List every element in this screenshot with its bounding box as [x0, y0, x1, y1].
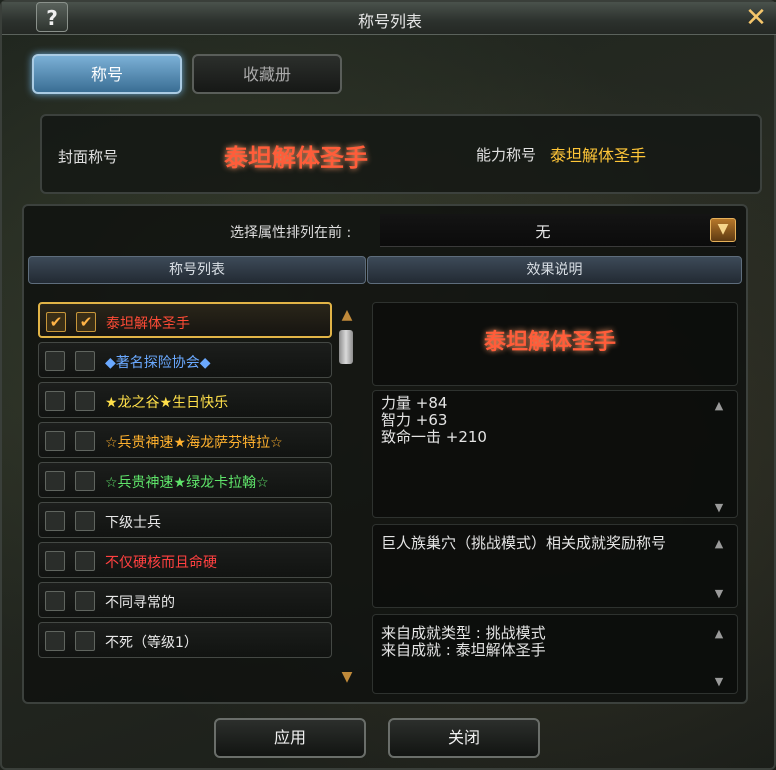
stats-panel: 力量 +84 智力 +63 致命一击 +210 ▲ ▼ [372, 390, 738, 518]
ability-checkbox[interactable] [75, 551, 95, 571]
ability-checkbox[interactable]: ✔ [76, 312, 96, 332]
ability-checkbox[interactable] [75, 591, 95, 611]
title-row-label: ★龙之谷★生日快乐 [105, 395, 229, 411]
title-row[interactable]: ☆兵贵神速★绿龙卡拉翰☆ [38, 462, 332, 498]
ability-title-value: 泰坦解体圣手 [550, 146, 647, 165]
title-row[interactable]: ✔ ✔ 泰坦解体圣手 [38, 302, 332, 338]
stat-line: 力量 +84 [381, 394, 448, 412]
chevron-down-icon[interactable]: ▼ [710, 218, 736, 242]
cover-title-value: 泰坦解体圣手 [224, 144, 368, 172]
ability-checkbox[interactable] [75, 391, 95, 411]
cover-title-label: 封面称号 [58, 148, 119, 166]
source-achievement-text: 来自成就 : 泰坦解体圣手 [381, 641, 546, 659]
title-row[interactable]: 不死（等级1） [38, 622, 332, 658]
title-row[interactable]: 下级士兵 [38, 502, 332, 538]
sort-label: 选择属性排列在前 : [230, 225, 352, 241]
cover-checkbox[interactable] [45, 391, 65, 411]
title-list-header: 称号列表 [28, 256, 366, 284]
title-row[interactable]: 不同寻常的 [38, 582, 332, 618]
ability-checkbox[interactable] [75, 631, 95, 651]
cover-checkbox[interactable] [45, 511, 65, 531]
title-list-scrollbar[interactable]: ▲ ▼ [336, 304, 358, 688]
scroll-down-icon[interactable]: ▼ [711, 501, 727, 514]
cover-checkbox[interactable] [45, 351, 65, 371]
tab-titles[interactable]: 称号 [32, 54, 182, 94]
cover-checkbox[interactable] [45, 551, 65, 571]
title-row-label: 泰坦解体圣手 [106, 316, 190, 332]
detail-title: 泰坦解体圣手 [484, 330, 617, 355]
source-panel: 来自成就类型 : 挑战模式 来自成就 : 泰坦解体圣手 ▲ ▼ [372, 614, 738, 694]
scroll-down-icon[interactable]: ▼ [339, 670, 355, 684]
effect-header: 效果说明 [367, 256, 742, 284]
cover-checkbox[interactable] [45, 631, 65, 651]
title-row-label: ☆兵贵神速★海龙萨芬特拉☆ [105, 435, 283, 451]
close-button[interactable]: 关闭 [388, 718, 540, 758]
scroll-thumb[interactable] [339, 330, 353, 364]
scroll-up-icon[interactable]: ▲ [711, 627, 727, 640]
ability-checkbox[interactable] [75, 471, 95, 491]
tab-collection[interactable]: 收藏册 [192, 54, 342, 94]
title-row-label: 不死（等级1） [105, 635, 198, 651]
source-type-text: 来自成就类型 : 挑战模式 [381, 624, 546, 642]
cover-checkbox[interactable] [45, 471, 65, 491]
title-bar[interactable]: ? 称号列表 ✕ [2, 2, 776, 35]
scroll-down-icon[interactable]: ▼ [711, 587, 727, 600]
close-icon[interactable]: ✕ [742, 4, 770, 32]
cover-panel [40, 114, 762, 194]
title-row-label: 不仅硬核而且命硬 [105, 555, 217, 571]
title-list-window: ? 称号列表 ✕ 称号 收藏册 封面称号 泰坦解体圣手 能力称号 泰坦解体圣手 … [0, 0, 776, 770]
title-row-label: 下级士兵 [105, 515, 161, 531]
title-row[interactable]: 不仅硬核而且命硬 [38, 542, 332, 578]
title-row[interactable]: ☆兵贵神速★海龙萨芬特拉☆ [38, 422, 332, 458]
title-row[interactable]: ◆著名探险协会◆ [38, 342, 332, 378]
sort-dropdown[interactable]: 无 ▼ [380, 214, 736, 247]
title-row-label: ◆著名探险协会◆ [105, 355, 211, 371]
title-row-label: ☆兵贵神速★绿龙卡拉翰☆ [105, 475, 269, 491]
stat-line: 致命一击 +210 [381, 428, 487, 446]
cover-checkbox[interactable]: ✔ [46, 312, 66, 332]
description-text: 巨人族巢穴（挑战模式）相关成就奖励称号 [381, 534, 667, 552]
title-row-label: 不同寻常的 [105, 595, 175, 611]
window-title: 称号列表 [357, 12, 422, 31]
title-row[interactable]: ★龙之谷★生日快乐 [38, 382, 332, 418]
description-panel: 巨人族巢穴（挑战模式）相关成就奖励称号 ▲ ▼ [372, 524, 738, 608]
ability-checkbox[interactable] [75, 351, 95, 371]
ability-checkbox[interactable] [75, 431, 95, 451]
ability-title-label: 能力称号 [476, 146, 537, 164]
apply-button[interactable]: 应用 [214, 718, 366, 758]
sort-value: 无 [535, 223, 551, 241]
stat-line: 智力 +63 [381, 411, 448, 429]
scroll-down-icon[interactable]: ▼ [711, 675, 727, 688]
ability-checkbox[interactable] [75, 511, 95, 531]
scroll-up-icon[interactable]: ▲ [339, 308, 355, 322]
cover-checkbox[interactable] [45, 431, 65, 451]
cover-checkbox[interactable] [45, 591, 65, 611]
scroll-up-icon[interactable]: ▲ [711, 399, 727, 412]
scroll-up-icon[interactable]: ▲ [711, 537, 727, 550]
